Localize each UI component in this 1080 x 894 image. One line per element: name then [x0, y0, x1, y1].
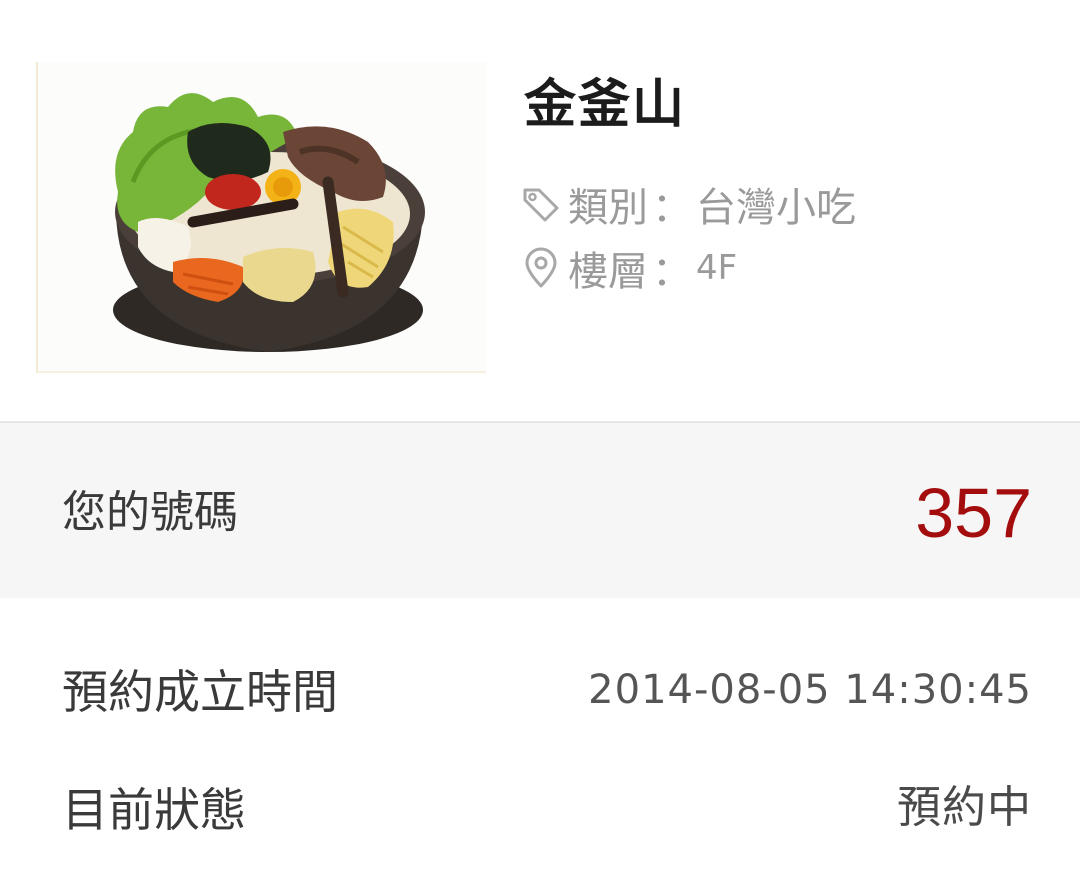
status-value: 預約中	[897, 782, 1032, 833]
category-row: 類別 ： 台灣小吃	[520, 176, 856, 232]
floor-row: 樓層 ： 4F	[520, 240, 737, 296]
reserve-time-label: 預約成立時間	[62, 665, 338, 719]
reserve-time-row: 預約成立時間 2014-08-05 14:30:45	[0, 640, 1080, 740]
status-label: 目前狀態	[62, 783, 246, 837]
floor-label: 樓層	[568, 249, 648, 295]
restaurant-name: 金釜山	[524, 75, 687, 135]
floor-value: 4F	[696, 248, 738, 288]
reserve-time-value: 2014-08-05 14:30:45	[588, 667, 1032, 713]
bibimbap-photo	[113, 93, 425, 352]
queue-number-value: 357	[915, 474, 1032, 552]
category-label: 類別	[568, 185, 648, 231]
floor-separator: ：	[652, 249, 692, 295]
location-pin-icon	[525, 247, 557, 288]
status-row: 目前狀態 預約中	[0, 758, 1080, 858]
queue-number-section: 您的號碼 357	[0, 423, 1080, 598]
category-value: 台灣小吃	[696, 185, 856, 231]
queue-number-label: 您的號碼	[62, 487, 238, 538]
tag-icon	[523, 188, 559, 222]
restaurant-photo	[36, 62, 486, 373]
category-separator: ：	[652, 185, 692, 231]
restaurant-card: 金釜山 類別 ： 台灣小吃 樓層 ： 4F	[0, 0, 1080, 421]
